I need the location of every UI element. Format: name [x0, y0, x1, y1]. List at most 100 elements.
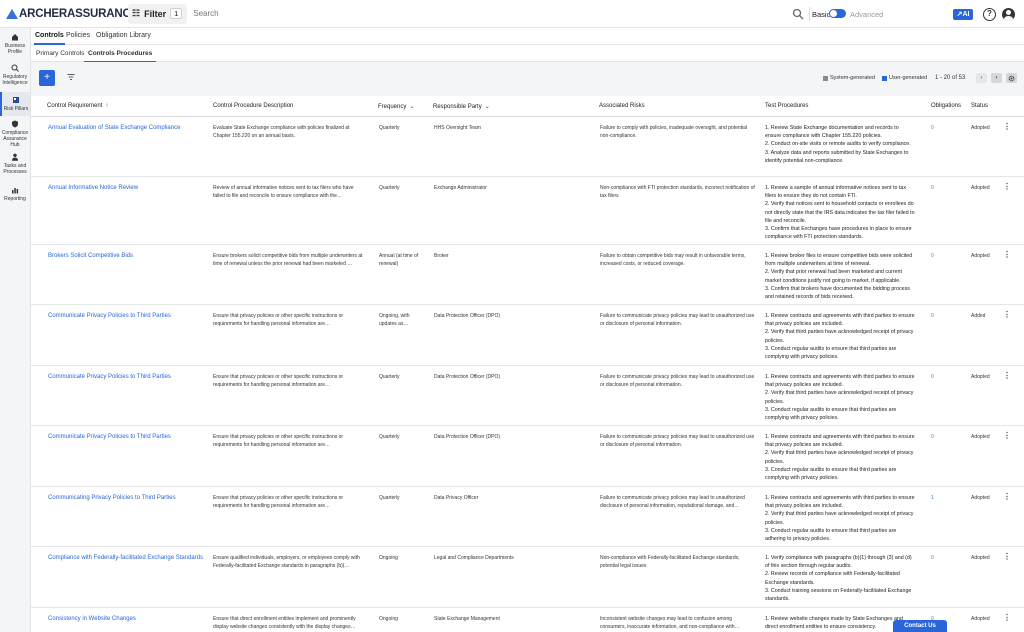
contact-us-button[interactable]: Contact Us — [893, 620, 947, 632]
frequency: Ongoing — [379, 555, 398, 561]
column-label: Control Requirement — [47, 103, 103, 109]
table-row[interactable]: Brokers Solicit Competitive Bids Ensure … — [31, 245, 1024, 305]
subtab-controls-procedures[interactable]: Controls Procedures — [83, 50, 157, 63]
obligations-count[interactable]: 1 — [931, 494, 934, 502]
more-options-icon[interactable]: ⋮ — [1003, 492, 1011, 501]
obligations-count[interactable]: 0 — [931, 252, 934, 260]
pillars-icon — [12, 96, 20, 104]
test-procedures: 1. Review contracts and agreements with … — [765, 313, 915, 361]
rail-item-tasks-and-processes[interactable]: Tasks and Processes — [0, 153, 30, 175]
rail-item-reporting[interactable]: Reporting — [0, 186, 30, 202]
settings-button[interactable] — [1006, 73, 1017, 83]
more-options-icon[interactable]: ⋮ — [1003, 552, 1011, 561]
search-input[interactable] — [193, 9, 794, 18]
more-options-icon[interactable]: ⋮ — [1003, 431, 1011, 440]
ai-button[interactable]: ↗AI — [953, 9, 973, 20]
control-requirement-link[interactable]: Communicate Privacy Policies to Third Pa… — [48, 373, 208, 381]
more-options-icon[interactable]: ⋮ — [1003, 613, 1011, 622]
shield-icon — [11, 120, 19, 128]
logo-triangle-icon — [6, 8, 18, 19]
table-row[interactable]: Communicate Privacy Policies to Third Pa… — [31, 305, 1024, 366]
add-button[interactable]: + — [39, 70, 55, 86]
mode-toggle[interactable] — [829, 9, 846, 18]
table-row[interactable]: Annual Informative Notice Review Review … — [31, 177, 1024, 245]
status-label: Adopted — [971, 616, 990, 622]
filter-lines-icon: ☷ — [132, 8, 141, 18]
rail-item-regulatory-intelligence[interactable]: Regulatory Intelligence — [0, 64, 30, 86]
rail-item-business-profile[interactable]: Business Profile — [0, 33, 30, 55]
more-options-icon[interactable]: ⋮ — [1003, 250, 1011, 259]
more-options-icon[interactable]: ⋮ — [1003, 122, 1011, 131]
test-procedures: 1. Review contracts and agreements with … — [765, 434, 915, 482]
column-header-associated-risks[interactable]: Associated Risks — [599, 103, 645, 109]
frequency: Quarterly — [379, 374, 400, 380]
tab-policies[interactable]: Policies — [66, 32, 90, 39]
control-requirement-link[interactable]: Compliance with Federally-facilitated Ex… — [48, 554, 213, 562]
rail-item-label: Business Profile — [4, 43, 26, 55]
associated-risks: Failure to obtain competitive bids may r… — [600, 253, 746, 268]
status-label: Adopted — [971, 434, 990, 440]
more-options-icon[interactable]: ⋮ — [1003, 310, 1011, 319]
procedure-description: Evaluate State Exchange compliance with … — [213, 125, 350, 140]
help-icon[interactable]: ? — [983, 8, 996, 21]
status-label: Adopted — [971, 185, 990, 191]
next-page-button[interactable]: › — [991, 73, 1002, 83]
obligations-count[interactable]: 0 — [931, 433, 934, 441]
obligations-count[interactable]: 0 — [931, 554, 934, 562]
column-header-description[interactable]: Control Procedure Description — [213, 103, 293, 109]
control-requirement-link[interactable]: Communicate Privacy Policies to Third Pa… — [48, 312, 208, 320]
table-row[interactable]: Annual Evaluation of State Exchange Comp… — [31, 117, 1024, 177]
prev-page-button[interactable]: ‹ — [976, 73, 987, 83]
frequency: Quarterly — [379, 185, 400, 191]
status-label: Added — [971, 313, 986, 319]
control-requirement-link[interactable]: Annual Evaluation of State Exchange Comp… — [48, 124, 208, 132]
table-row[interactable]: Consistency in Website Changes Ensure th… — [31, 608, 1024, 632]
table-row[interactable]: Communicate Privacy Policies to Third Pa… — [31, 426, 1024, 487]
main-tabs: Controls Policies Obligation Library — [31, 28, 1024, 45]
column-header-status[interactable]: Status — [971, 103, 988, 109]
tab-controls[interactable]: Controls — [34, 32, 65, 45]
test-procedures: 1. Verify compliance with paragraphs (b)… — [765, 555, 912, 603]
ai-button-label: AI — [962, 11, 970, 18]
more-options-icon[interactable]: ⋮ — [1003, 371, 1011, 380]
test-procedures: 1. Review contracts and agreements with … — [765, 374, 915, 422]
chart-icon — [11, 186, 19, 194]
test-procedures: 1. Review a sample of annual informative… — [765, 185, 915, 241]
table-row[interactable]: Communicating Privacy Policies to Third … — [31, 487, 1024, 547]
obligations-count[interactable]: 0 — [931, 184, 934, 192]
user-avatar-icon[interactable] — [1002, 8, 1015, 21]
more-options-icon[interactable]: ⋮ — [1003, 182, 1011, 191]
column-label: Frequency — [378, 104, 407, 110]
obligations-count[interactable]: 0 — [931, 373, 934, 381]
column-header-test-procedures[interactable]: Test Procedures — [765, 103, 808, 109]
rail-item-risk-pillars[interactable]: Risk Pillars — [0, 92, 30, 116]
table-row[interactable]: Communicate Privacy Policies to Third Pa… — [31, 366, 1024, 426]
control-requirement-link[interactable]: Brokers Solicit Competitive Bids — [48, 252, 208, 260]
associated-risks: Failure to communicate privacy policies … — [600, 313, 755, 328]
filter-button[interactable]: ☷ Filter 1 — [128, 3, 188, 24]
control-requirement-link[interactable]: Consistency in Website Changes — [48, 615, 208, 623]
column-header-responsible-party[interactable]: Responsible Party ⌄ — [433, 103, 490, 110]
column-header-frequency[interactable]: Frequency ⌄ — [378, 103, 414, 110]
associated-risks: Failure to communicate privacy policies … — [600, 495, 745, 510]
rail-item-compliance-assurance-hub[interactable]: Compliance Assurance Hub — [0, 120, 30, 148]
subtab-primary-controls[interactable]: Primary Controls — [36, 50, 84, 57]
column-header-control-requirement[interactable]: Control Requirement ↑ — [47, 103, 108, 109]
control-requirement-link[interactable]: Communicating Privacy Policies to Third … — [48, 494, 208, 502]
status-label: Adopted — [971, 495, 990, 501]
obligations-count[interactable]: 0 — [931, 124, 934, 132]
filter-icon[interactable] — [67, 73, 75, 81]
app-logo[interactable]: ARCHERASSURANCE AI — [0, 0, 152, 28]
responsible-party: State Exchange Management — [434, 616, 500, 622]
obligations-count[interactable]: 0 — [931, 312, 934, 320]
table-row[interactable]: Compliance with Federally-facilitated Ex… — [31, 547, 1024, 608]
control-requirement-link[interactable]: Communicate Privacy Policies to Third Pa… — [48, 433, 208, 441]
search-icon[interactable] — [792, 8, 804, 20]
associated-risks: Non-compliance with Federally-facilitate… — [600, 555, 740, 570]
control-requirement-link[interactable]: Annual Informative Notice Review — [48, 184, 208, 192]
filter-label: Filter — [144, 8, 167, 19]
responsible-party: Legal and Compliance Departments — [434, 555, 514, 561]
tab-obligation-library[interactable]: Obligation Library — [96, 32, 151, 39]
chevron-down-icon: ⌄ — [409, 104, 415, 110]
column-header-obligations[interactable]: Obligations — [931, 103, 961, 109]
